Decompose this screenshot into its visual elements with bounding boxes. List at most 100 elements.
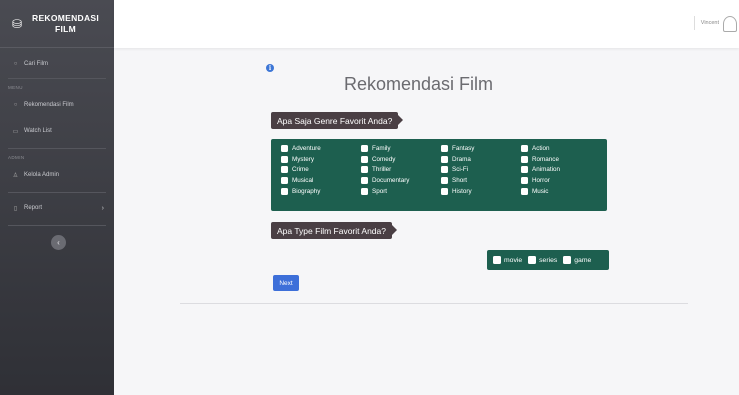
genre-option-label: Mystery [292,155,315,163]
genre-option-short[interactable]: Short [441,175,521,186]
checkbox[interactable] [361,166,368,174]
checkbox[interactable] [528,256,537,264]
genre-option-horror[interactable]: Horror [521,175,601,186]
divider [180,303,688,304]
genre-option-animation[interactable]: Animation [521,165,601,176]
genre-option-label: Crime [292,166,309,174]
checkbox[interactable] [521,177,528,185]
type-option-label: series [539,256,558,264]
sidebar-item-cari-film[interactable]: ○ Cari Film [0,53,114,75]
genre-option-label: Biography [292,188,321,196]
checkbox[interactable] [361,177,368,185]
genre-option-fantasy[interactable]: Fantasy [441,143,521,154]
genre-option-romance[interactable]: Romance [521,154,601,165]
checkbox[interactable] [441,144,448,152]
checkbox[interactable] [281,177,288,185]
genre-option-action[interactable]: Action [521,143,601,154]
genre-option-label: Horror [532,177,550,185]
genre-options-panel: Adventure Family Fantasy Action Mystery Comed… [271,139,607,211]
genre-option-label: Adventure [292,144,321,152]
genre-option-label: Drama [452,155,471,163]
sidebar-item-label: Kelola Admin [24,172,60,178]
genre-option-crime[interactable]: Crime [281,165,361,176]
type-option-game[interactable]: game [563,256,591,264]
next-button[interactable]: Next [273,275,299,291]
genre-option-sci-fi[interactable]: Sci-Fi [441,165,521,176]
genre-grid: Adventure Family Fantasy Action Mystery Comed… [281,143,607,197]
type-option-series[interactable]: series [528,256,557,264]
genre-option-label: Animation [532,166,561,174]
genre-option-label: Comedy [372,155,396,163]
checkbox[interactable] [361,155,368,163]
genre-option-label: Sport [372,188,388,196]
search-icon: ○ [13,61,18,67]
checkbox[interactable] [281,155,288,163]
section-menu: MENU [8,85,23,90]
checkbox[interactable] [521,166,528,174]
genre-option-label: Fantasy [452,144,475,152]
checkbox[interactable] [521,144,528,152]
checkbox[interactable] [521,188,528,196]
sidebar-item-kelola-admin[interactable]: ♙ Kelola Admin [0,164,114,186]
avatar[interactable] [723,16,737,32]
checkbox[interactable] [441,166,448,174]
checkbox[interactable] [281,144,288,152]
sidebar-item-rekomendasi-film[interactable]: ○ Rekomendasi Film [0,94,114,116]
genre-option-mystery[interactable]: Mystery [281,154,361,165]
brand[interactable]: ⛁ REKOMENDASI FILM [0,0,114,48]
genre-option-musical[interactable]: Musical [281,175,361,186]
genre-option-label: Short [452,177,468,185]
checkbox[interactable] [441,188,448,196]
genre-option-music[interactable]: Music [521,186,601,197]
checkbox[interactable] [281,188,288,196]
page-title: Rekomendasi Film [344,74,494,94]
genre-option-thriller[interactable]: Thriller [361,165,441,176]
film-icon: ○ [13,102,18,108]
checkbox[interactable] [361,144,368,152]
app-title: REKOMENDASI FILM [32,12,100,34]
chevron-right-icon: › [101,204,104,212]
divider [8,148,106,149]
type-options-panel: movie series game [487,250,609,270]
checkbox[interactable] [441,177,448,185]
genre-option-label: Action [532,144,550,152]
sidebar-item-label: Cari Film [24,61,48,67]
sidebar-item-label: Watch List [24,128,52,134]
genre-option-documentary[interactable]: Documentary [361,175,441,186]
genre-option-label: Thriller [372,166,392,174]
sidebar-toggle-button[interactable]: ‹ [51,235,66,250]
info-icon[interactable]: i [266,64,274,72]
genre-option-label: Family [372,144,391,152]
genre-option-label: Sci-Fi [452,166,469,174]
sidebar: ⛁ REKOMENDASI FILM ○ Cari Film MENU ○ Re… [0,0,114,395]
checkbox[interactable] [441,155,448,163]
sidebar-item-report[interactable]: ▯ Report › [0,197,114,219]
divider [8,78,106,79]
genre-option-label: Musical [292,177,314,185]
type-option-movie[interactable]: movie [493,256,522,264]
genre-option-label: Romance [532,155,559,163]
genre-option-biography[interactable]: Biography [281,186,361,197]
type-question-label: Apa Type Film Favorit Anda? [271,222,397,239]
user-icon: ♙ [12,172,19,179]
user-name[interactable]: Vincent [701,20,719,26]
topbar: Vincent [114,0,739,48]
checkbox[interactable] [521,155,528,163]
type-option-label: movie [504,256,523,264]
divider [8,192,106,193]
genre-option-family[interactable]: Family [361,143,441,154]
divider [8,225,106,226]
genre-option-drama[interactable]: Drama [441,154,521,165]
genre-option-label: History [452,188,472,196]
checkbox[interactable] [361,188,368,196]
genre-question-label: Apa Saja Genre Favorit Anda? [271,112,404,129]
genre-option-sport[interactable]: Sport [361,186,441,197]
genre-option-history[interactable]: History [441,186,521,197]
sidebar-item-watch-list[interactable]: ▭ Watch List [0,120,114,142]
checkbox[interactable] [493,256,501,264]
genre-option-adventure[interactable]: Adventure [281,143,361,154]
genre-option-comedy[interactable]: Comedy [361,154,441,165]
checkbox[interactable] [281,166,288,174]
checkbox[interactable] [563,256,572,264]
section-admin: ADMIN [8,155,25,160]
